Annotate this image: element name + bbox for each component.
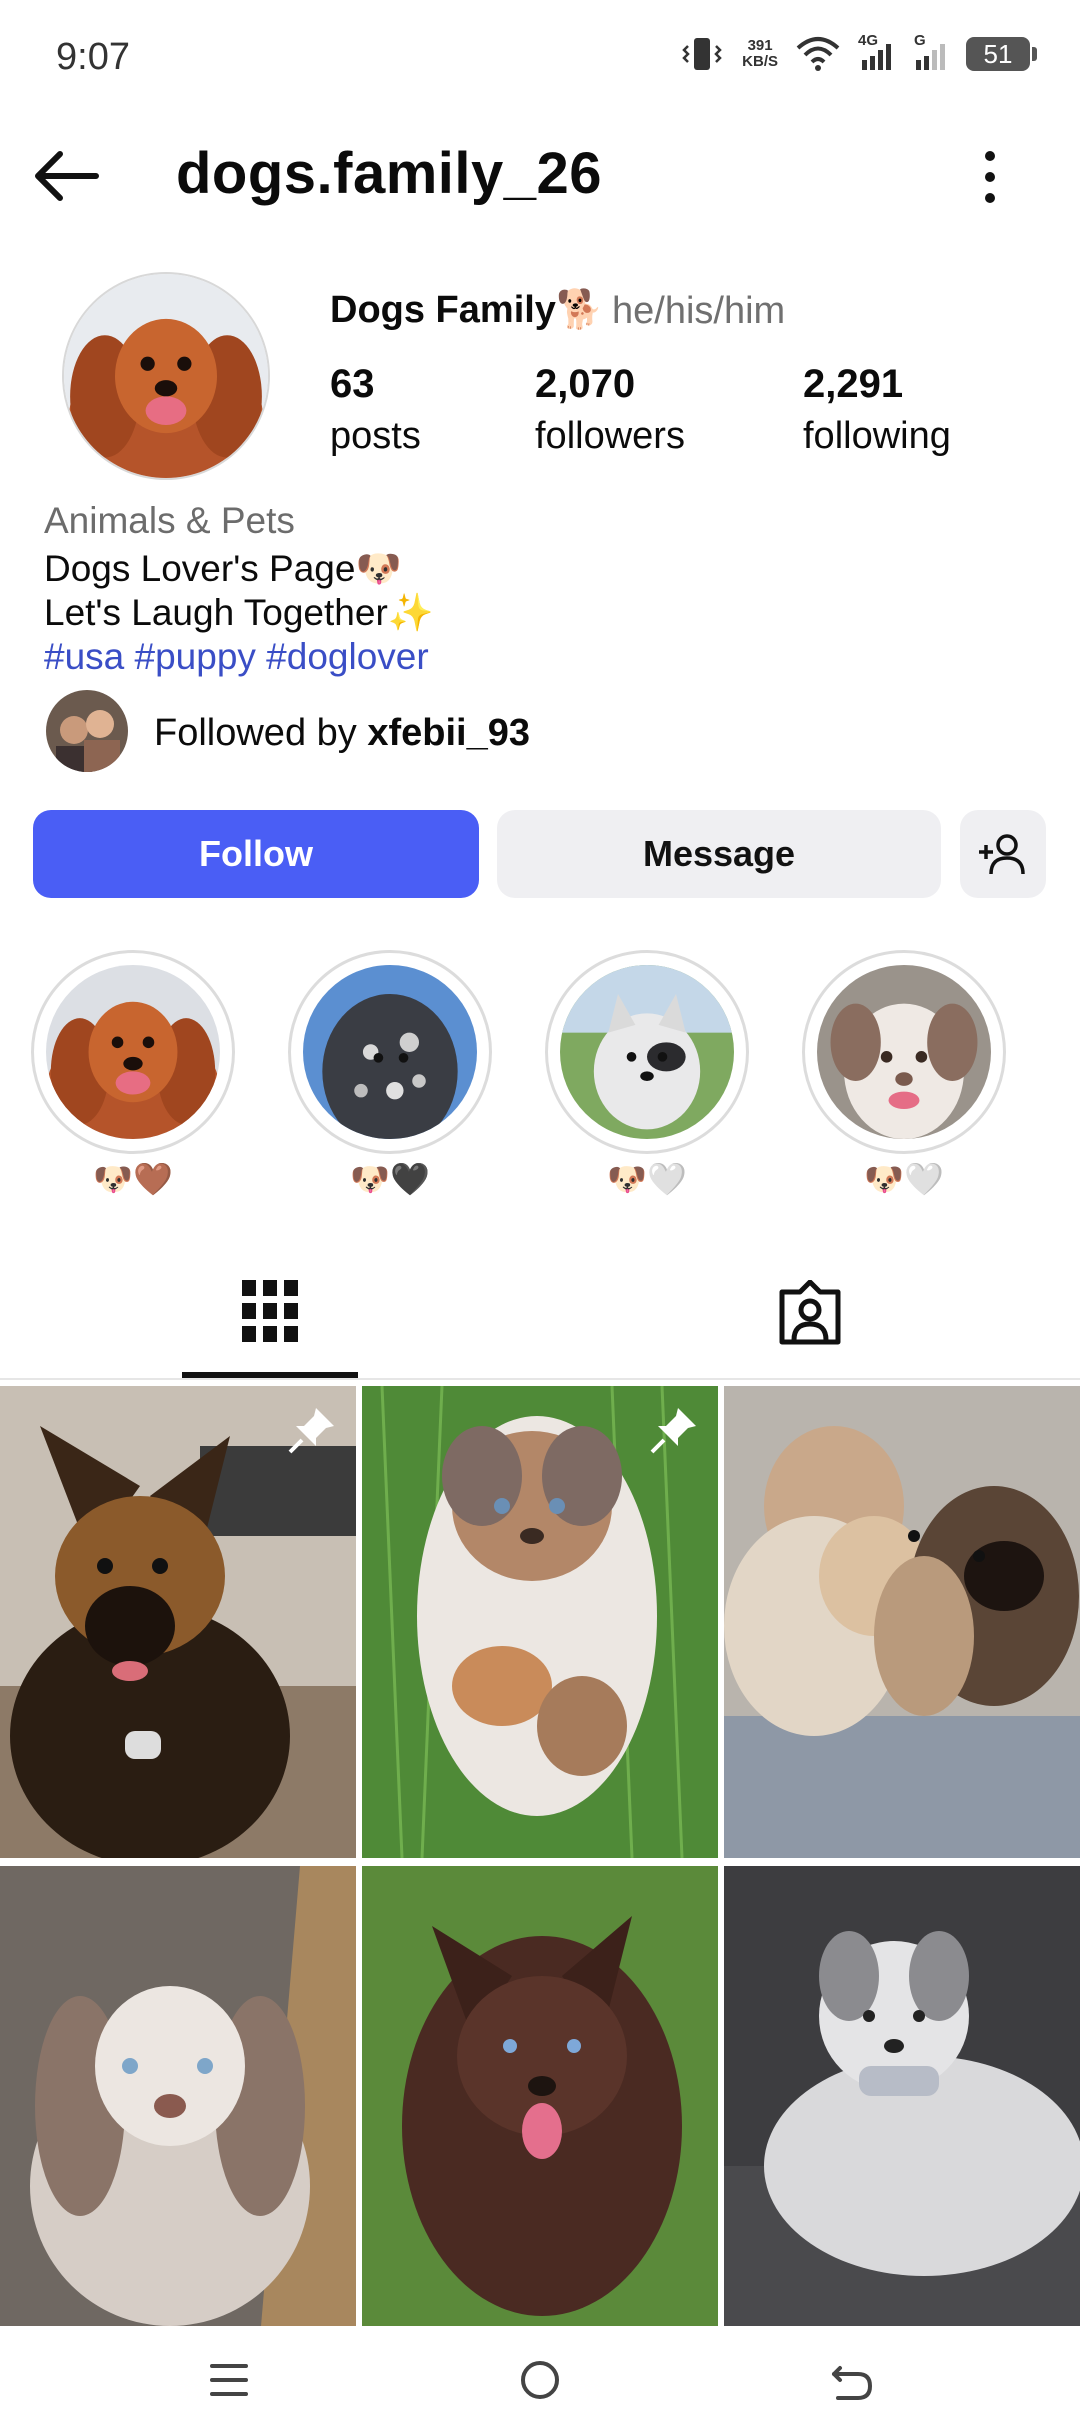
more-vertical-icon[interactable] — [970, 146, 1010, 208]
highlight-1-image — [46, 965, 220, 1139]
battery-icon: 51 — [966, 37, 1037, 71]
highlight-4-label: 🐶🤍 — [864, 1161, 944, 1197]
profile-category: Animals & Pets — [44, 500, 295, 541]
net-speed-unit: KB/S — [742, 53, 778, 70]
followed-by-avatar[interactable] — [46, 690, 128, 772]
grid-post-3[interactable] — [724, 1386, 1080, 1858]
tabs-divider — [0, 1378, 1080, 1380]
avatar-dog-image — [64, 274, 268, 478]
back-nav-icon[interactable] — [822, 2350, 882, 2410]
grid-icon[interactable] — [242, 1280, 298, 1342]
bio-hashtags[interactable]: #usa #puppy #doglover — [44, 636, 429, 678]
highlight-2-image — [303, 965, 477, 1139]
followed-by-prefix: Followed by — [154, 712, 368, 754]
net-speed: 391 KB/S — [742, 38, 778, 70]
status-icons: 391 KB/S 4G G 51 — [680, 32, 1037, 74]
profile-username: dogs.family_26 — [176, 141, 603, 206]
vibrate-icon — [682, 38, 722, 70]
bio-line-2: Let's Laugh Together✨ — [44, 592, 434, 633]
display-name: Dogs Family🐕 — [330, 289, 604, 331]
grid-post-5[interactable] — [362, 1866, 718, 2338]
signal2-icon: G — [912, 32, 948, 72]
pronouns: he/his/him — [612, 290, 786, 332]
highlight-3-label: 🐶🤍 — [607, 1161, 687, 1197]
followed-by-text[interactable]: Followed by xfebii_93 — [154, 712, 530, 755]
highlight-3-image — [560, 965, 734, 1139]
pin-icon — [288, 1408, 334, 1454]
avatar[interactable] — [62, 272, 270, 480]
story-highlight-4[interactable] — [802, 950, 1006, 1154]
signal-icon: 4G — [858, 32, 894, 72]
message-button[interactable]: Message — [497, 810, 941, 898]
follow-button[interactable]: Follow — [33, 810, 479, 898]
highlight-4-image — [817, 965, 991, 1139]
wifi-icon — [796, 37, 840, 71]
home-circle-icon[interactable] — [510, 2350, 570, 2410]
suggest-people-button[interactable] — [960, 810, 1046, 898]
grid-post-2[interactable] — [362, 1386, 718, 1858]
back-arrow-icon[interactable] — [30, 140, 102, 212]
followers-label[interactable]: followers — [535, 415, 685, 458]
bio-line-1: Dogs Lover's Page🐶 — [44, 548, 402, 589]
add-person-icon — [979, 834, 1025, 875]
following-label[interactable]: following — [803, 415, 951, 458]
grid-post-1[interactable] — [0, 1386, 356, 1858]
followed-by-user[interactable]: xfebii_93 — [367, 712, 530, 754]
highlight-2-label: 🐶🖤 — [350, 1161, 430, 1197]
following-count[interactable]: 2,291 — [803, 362, 903, 407]
grid-post-6[interactable] — [724, 1866, 1080, 2338]
posts-label[interactable]: posts — [330, 415, 421, 458]
posts-count[interactable]: 63 — [330, 362, 375, 407]
story-highlight-3[interactable] — [545, 950, 749, 1154]
story-highlight-2[interactable] — [288, 950, 492, 1154]
menu-icon[interactable] — [200, 2350, 260, 2410]
tagged-person-icon[interactable] — [778, 1280, 842, 1346]
pin-icon — [650, 1408, 696, 1454]
net-speed-value: 391 — [747, 37, 773, 54]
story-highlight-1[interactable] — [31, 950, 235, 1154]
followers-count[interactable]: 2,070 — [535, 362, 635, 407]
grid-post-4[interactable] — [0, 1866, 356, 2338]
status-time: 9:07 — [56, 36, 130, 78]
highlight-1-label: 🐶🤎 — [93, 1161, 173, 1197]
